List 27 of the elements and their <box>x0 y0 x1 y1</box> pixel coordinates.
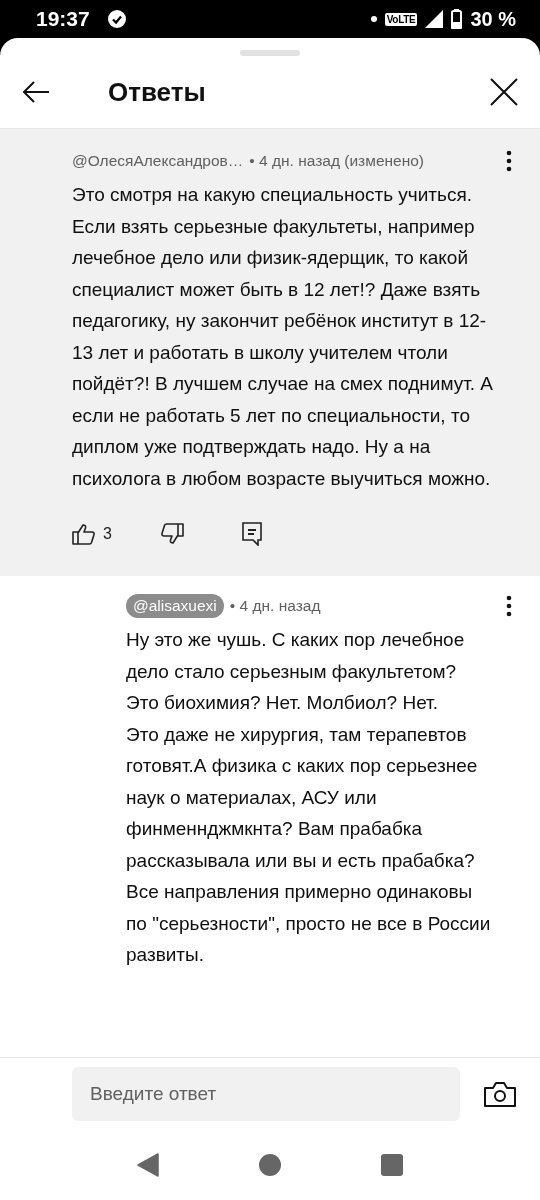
reply-input[interactable]: Введите ответ <box>72 1067 460 1121</box>
battery-icon <box>451 9 463 29</box>
page-title: Ответы <box>108 76 207 108</box>
network-badge: VoLTE <box>384 12 418 26</box>
author-name[interactable]: @ОлесяАлександров… <box>72 152 244 170</box>
signal-icon <box>425 10 444 28</box>
dot-icon <box>370 16 377 22</box>
back-triangle-icon[interactable] <box>137 1153 159 1177</box>
drag-handle[interactable] <box>240 50 300 56</box>
comment-text: Ну это же чушь. С каких пор лечебное дело стало серьезным факультетом? Это биохимия? Нет. Молбиол? Нет. Это даже не хирургия, там терапевтов готовят.А физика с каких пор серьезнее наук о материалах, АСУ или финменнджмкнта? Вам прабабка рассказывала или вы и есть прабабка? Все направления примерно одинаковы по "серьезности", просто не все в России развиты. <box>126 628 492 967</box>
back-arrow-icon[interactable] <box>22 81 50 103</box>
comment-time: • 4 дн. назад <box>229 597 322 615</box>
close-icon[interactable] <box>490 78 518 106</box>
battery-percent: 30 % <box>470 7 516 31</box>
camera-icon[interactable] <box>484 1081 516 1107</box>
comment-time: • 4 дн. назад (изменено) <box>249 152 426 170</box>
more-icon[interactable] <box>506 595 512 617</box>
check-circle-icon <box>107 10 126 28</box>
author-chip[interactable]: @alisaxuexi <box>126 594 224 618</box>
thumbs-up-icon[interactable] <box>72 523 96 545</box>
comment-text: Это смотря на какую специальность учиться. Если взять серьезные факультеты, например лечебное дело или физик-ядерщик, то какой специалист может быть в 12 лет!? Даже взять педагогику, ну закончит ребёнок институт в 12-13 лет и работать в школу учителем чтоли пойдёт?! В лучшем случае на смех поднимут. А если не работать 5 лет по специальности, то диплом уже подтверждать надо. Ну а на психолога в любом возрасте выучиться можно. <box>72 183 494 491</box>
clock-time: 19:37 <box>36 7 90 31</box>
thumbs-down-icon[interactable] <box>159 523 184 545</box>
like-count: 3 <box>103 525 112 543</box>
home-circle-icon[interactable] <box>259 1154 281 1176</box>
reply-icon[interactable] <box>241 522 262 546</box>
more-icon[interactable] <box>506 150 512 172</box>
